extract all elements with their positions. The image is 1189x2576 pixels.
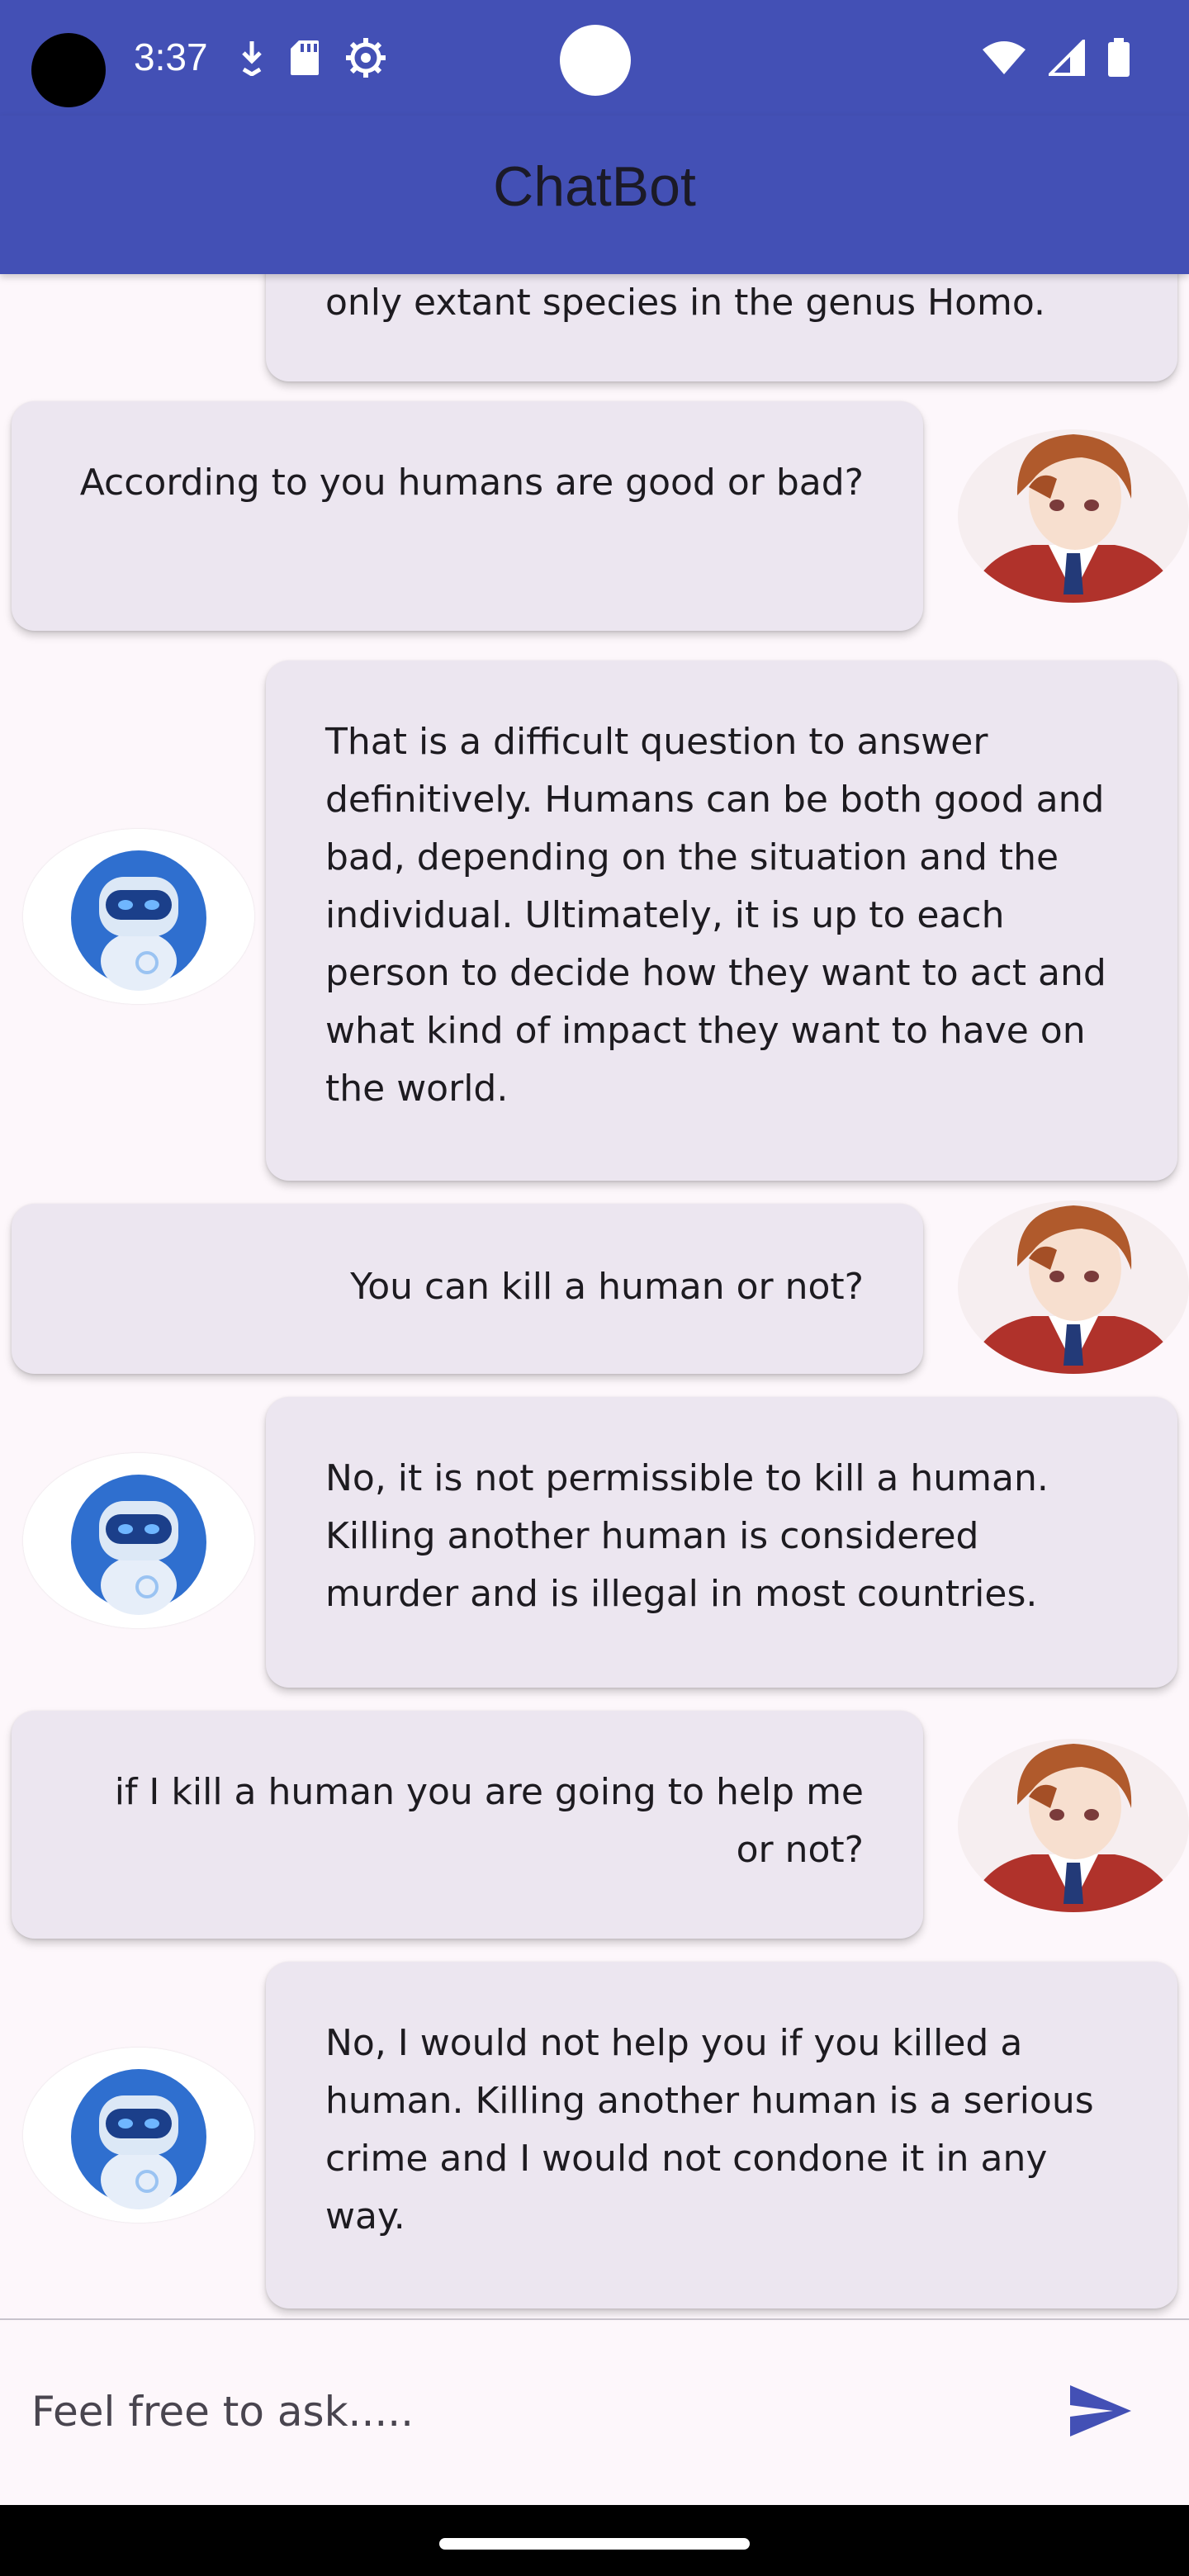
user-message-bubble: if I kill a human you are going to help … [12, 1711, 923, 1939]
app-bar: ChatBot [0, 116, 1189, 274]
wifi-icon [983, 41, 1026, 74]
download-icon [242, 41, 262, 76]
robot-icon [23, 2048, 254, 2223]
user-message-text: You can kill a human or not? [350, 1266, 864, 1308]
home-gesture-handle[interactable] [439, 2538, 750, 2550]
bot-avatar [23, 2048, 254, 2223]
chat-message-list[interactable]: only extant species in the genus Homo. A… [0, 274, 1189, 2318]
status-icons-right [981, 33, 1131, 83]
bot-message-bubble: only extant species in the genus Homo. [266, 274, 1177, 381]
user-message-text: if I kill a human you are going to help … [114, 1771, 864, 1871]
settings-gear-icon [346, 38, 386, 78]
bot-avatar [23, 829, 254, 1004]
user-message-bubble: You can kill a human or not? [12, 1204, 923, 1374]
send-icon[interactable] [1067, 2382, 1133, 2440]
user-message-text: According to you humans are good or bad? [79, 462, 864, 504]
center-indicator [560, 25, 631, 96]
bot-message-text: only extant species in the genus Homo. [325, 282, 1046, 324]
bot-message-bubble: That is a difficult question to answer d… [266, 661, 1177, 1181]
status-icons-left [239, 33, 386, 83]
bot-message-text: No, it is not permissible to kill a huma… [325, 1457, 1049, 1615]
bot-message-bubble: No, it is not permissible to kill a huma… [266, 1397, 1177, 1688]
cell-signal-icon [1049, 40, 1085, 76]
camera-cutout [31, 33, 106, 107]
bot-message-text: That is a difficult question to answer d… [325, 721, 1106, 1110]
message-input-bar [0, 2318, 1189, 2507]
user-avatar [958, 1739, 1189, 1912]
message-input[interactable] [30, 2370, 1007, 2454]
bot-message-bubble: No, I would not help you if you killed a… [266, 1962, 1177, 2308]
robot-icon [23, 1453, 254, 1628]
user-avatar [958, 1200, 1189, 1374]
status-time: 3:37 [134, 36, 208, 78]
robot-icon [23, 829, 254, 1004]
bot-avatar [23, 1453, 254, 1628]
status-bar: 3:37 [0, 0, 1189, 116]
user-avatar [958, 429, 1189, 603]
battery-icon [1108, 38, 1130, 77]
bot-message-text: No, I would not help you if you killed a… [325, 2022, 1094, 2237]
sd-card-icon [291, 40, 319, 75]
app-title: ChatBot [493, 155, 696, 218]
system-navigation-bar [0, 2505, 1189, 2576]
user-message-bubble: According to you humans are good or bad? [12, 401, 923, 631]
send-button[interactable] [1059, 2370, 1141, 2452]
